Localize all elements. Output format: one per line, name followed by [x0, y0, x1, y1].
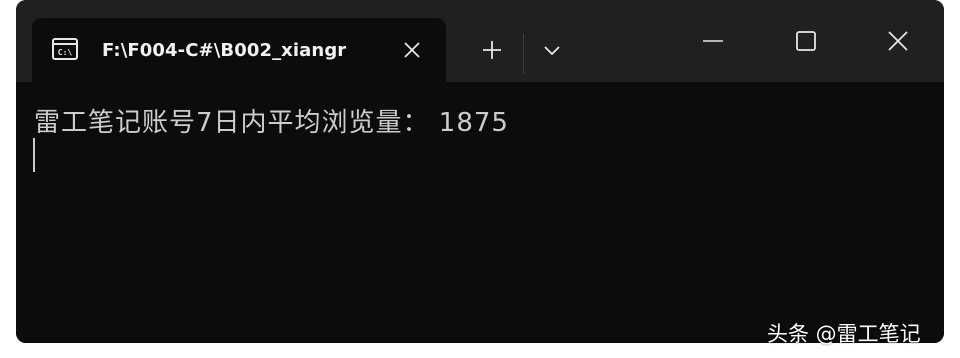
maximize-icon [796, 31, 816, 51]
new-tab-button[interactable] [472, 30, 512, 70]
console-line: 雷工笔记账号7日内平均浏览量： 1875 [34, 108, 509, 138]
window-close-button[interactable] [868, 18, 928, 64]
title-bar[interactable]: C:\ F:\F004-C#\B002_xiangr [16, 0, 944, 82]
terminal-window: C:\ F:\F004-C#\B002_xiangr 雷工笔记账号7日内平均浏览… [16, 0, 944, 343]
tab-close-button[interactable] [398, 36, 426, 64]
minimize-button[interactable] [683, 18, 743, 64]
terminal-tab[interactable]: C:\ F:\F004-C#\B002_xiangr [32, 18, 446, 82]
watermark: 头条 @雷工笔记 [767, 322, 921, 346]
tab-title: F:\F004-C#\B002_xiangr [102, 40, 347, 61]
console-icon: C:\ [52, 38, 78, 60]
plus-icon [483, 41, 501, 59]
text-cursor [33, 138, 35, 172]
console-icon-label: C:\ [58, 48, 73, 57]
profile-dropdown-button[interactable] [532, 30, 572, 70]
close-icon [404, 42, 420, 58]
console-output[interactable]: 雷工笔记账号7日内平均浏览量： 1875 [16, 82, 944, 343]
chevron-down-icon [544, 46, 560, 56]
toolbar-divider [523, 34, 524, 74]
maximize-button[interactable] [776, 18, 836, 64]
minimize-icon [703, 40, 723, 42]
close-icon [888, 31, 908, 51]
